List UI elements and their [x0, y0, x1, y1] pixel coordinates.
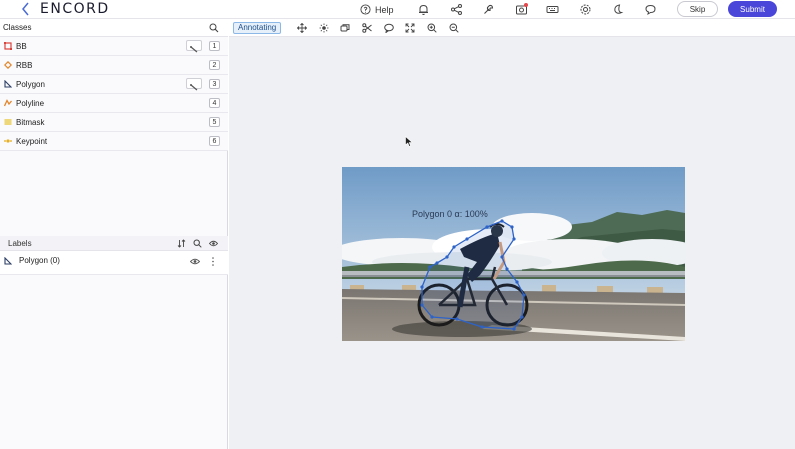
moon-icon[interactable] — [611, 3, 624, 16]
help-label: Help — [375, 4, 394, 15]
wrench-icon[interactable] — [482, 3, 495, 16]
magic-wand-icon — [190, 46, 198, 53]
class-item-bb[interactable]: BB 1 — [0, 37, 228, 56]
scene-image — [342, 167, 685, 341]
label-item-polygon[interactable]: Polygon (0) — [0, 251, 228, 275]
brightness-icon[interactable] — [319, 23, 329, 33]
class-item-polyline[interactable]: Polyline 4 — [0, 94, 228, 113]
scissors-icon[interactable] — [362, 23, 372, 33]
zoom-out-icon[interactable] — [449, 23, 459, 33]
bitmask-icon — [4, 119, 12, 125]
mouse-cursor-icon — [405, 136, 413, 147]
labels-header: Labels — [0, 236, 228, 251]
back-arrow-icon[interactable] — [20, 1, 32, 17]
fit-icon[interactable] — [405, 23, 415, 33]
class-item-keypoint[interactable]: Keypoint 6 — [0, 132, 228, 151]
hotkey-badge: 2 — [209, 60, 220, 70]
help-button[interactable]: Help — [360, 3, 394, 16]
class-item-polygon[interactable]: Polygon 3 — [0, 75, 228, 94]
bell-icon[interactable] — [417, 3, 430, 16]
app-logo: ENCORD — [40, 1, 110, 17]
chat-icon[interactable] — [644, 3, 657, 16]
class-label: Polyline — [16, 99, 45, 108]
class-label: BB — [16, 42, 27, 51]
left-panel: Classes BB 1 RBB 2 Polygon 3 Polyline 4 … — [0, 19, 228, 449]
layers-icon[interactable] — [340, 23, 350, 33]
rotated-box-icon — [4, 61, 12, 69]
comment-icon[interactable] — [384, 23, 394, 33]
class-label: RBB — [16, 61, 33, 70]
classes-header: Classes — [0, 19, 228, 37]
share-icon[interactable] — [450, 3, 463, 16]
class-item-rbb[interactable]: RBB 2 — [0, 56, 228, 75]
hotkey-badge: 5 — [209, 117, 220, 127]
annotated-image[interactable]: Polygon 0 α: 100% — [342, 167, 685, 341]
sort-icon[interactable] — [177, 239, 186, 248]
annotation-label: Polygon 0 α: 100% — [412, 209, 488, 219]
class-label: Keypoint — [16, 137, 48, 146]
eye-icon[interactable] — [190, 257, 200, 266]
class-label: Bitmask — [16, 118, 45, 127]
settings-icon[interactable] — [579, 3, 592, 16]
top-bar: ENCORD Help Skip Submit — [0, 0, 795, 19]
polygon-icon — [4, 257, 12, 265]
keypoint-icon — [4, 139, 12, 143]
annotation-toolbar: Annotating — [229, 19, 795, 37]
classes-title: Classes — [3, 23, 32, 32]
polygon-icon — [4, 80, 12, 88]
search-icon[interactable] — [209, 23, 219, 33]
magic-wand-icon — [190, 84, 198, 91]
annotation-canvas[interactable]: Polygon 0 α: 100% — [229, 37, 795, 449]
move-icon[interactable] — [297, 23, 307, 33]
help-icon — [360, 4, 371, 15]
submit-button[interactable]: Submit — [728, 1, 777, 17]
labels-title: Labels — [8, 239, 32, 248]
skip-button[interactable]: Skip — [677, 1, 718, 17]
class-tool-button[interactable] — [186, 40, 202, 53]
polyline-icon — [4, 99, 12, 107]
keyboard-icon[interactable] — [546, 3, 559, 16]
class-item-bitmask[interactable]: Bitmask 5 — [0, 113, 228, 132]
more-icon[interactable] — [210, 256, 216, 267]
eye-icon[interactable] — [209, 239, 218, 248]
class-tool-button[interactable] — [186, 78, 202, 91]
label-name: Polygon (0) — [19, 256, 60, 265]
search-icon[interactable] — [193, 239, 202, 248]
class-label: Polygon — [16, 80, 45, 89]
notification-badge — [524, 3, 528, 7]
zoom-in-icon[interactable] — [427, 23, 437, 33]
hotkey-badge: 1 — [209, 41, 220, 51]
hotkey-badge: 6 — [209, 136, 220, 146]
hotkey-badge: 4 — [209, 98, 220, 108]
bounding-box-icon — [4, 42, 12, 50]
hotkey-badge: 3 — [209, 79, 220, 89]
mode-badge[interactable]: Annotating — [233, 22, 282, 34]
